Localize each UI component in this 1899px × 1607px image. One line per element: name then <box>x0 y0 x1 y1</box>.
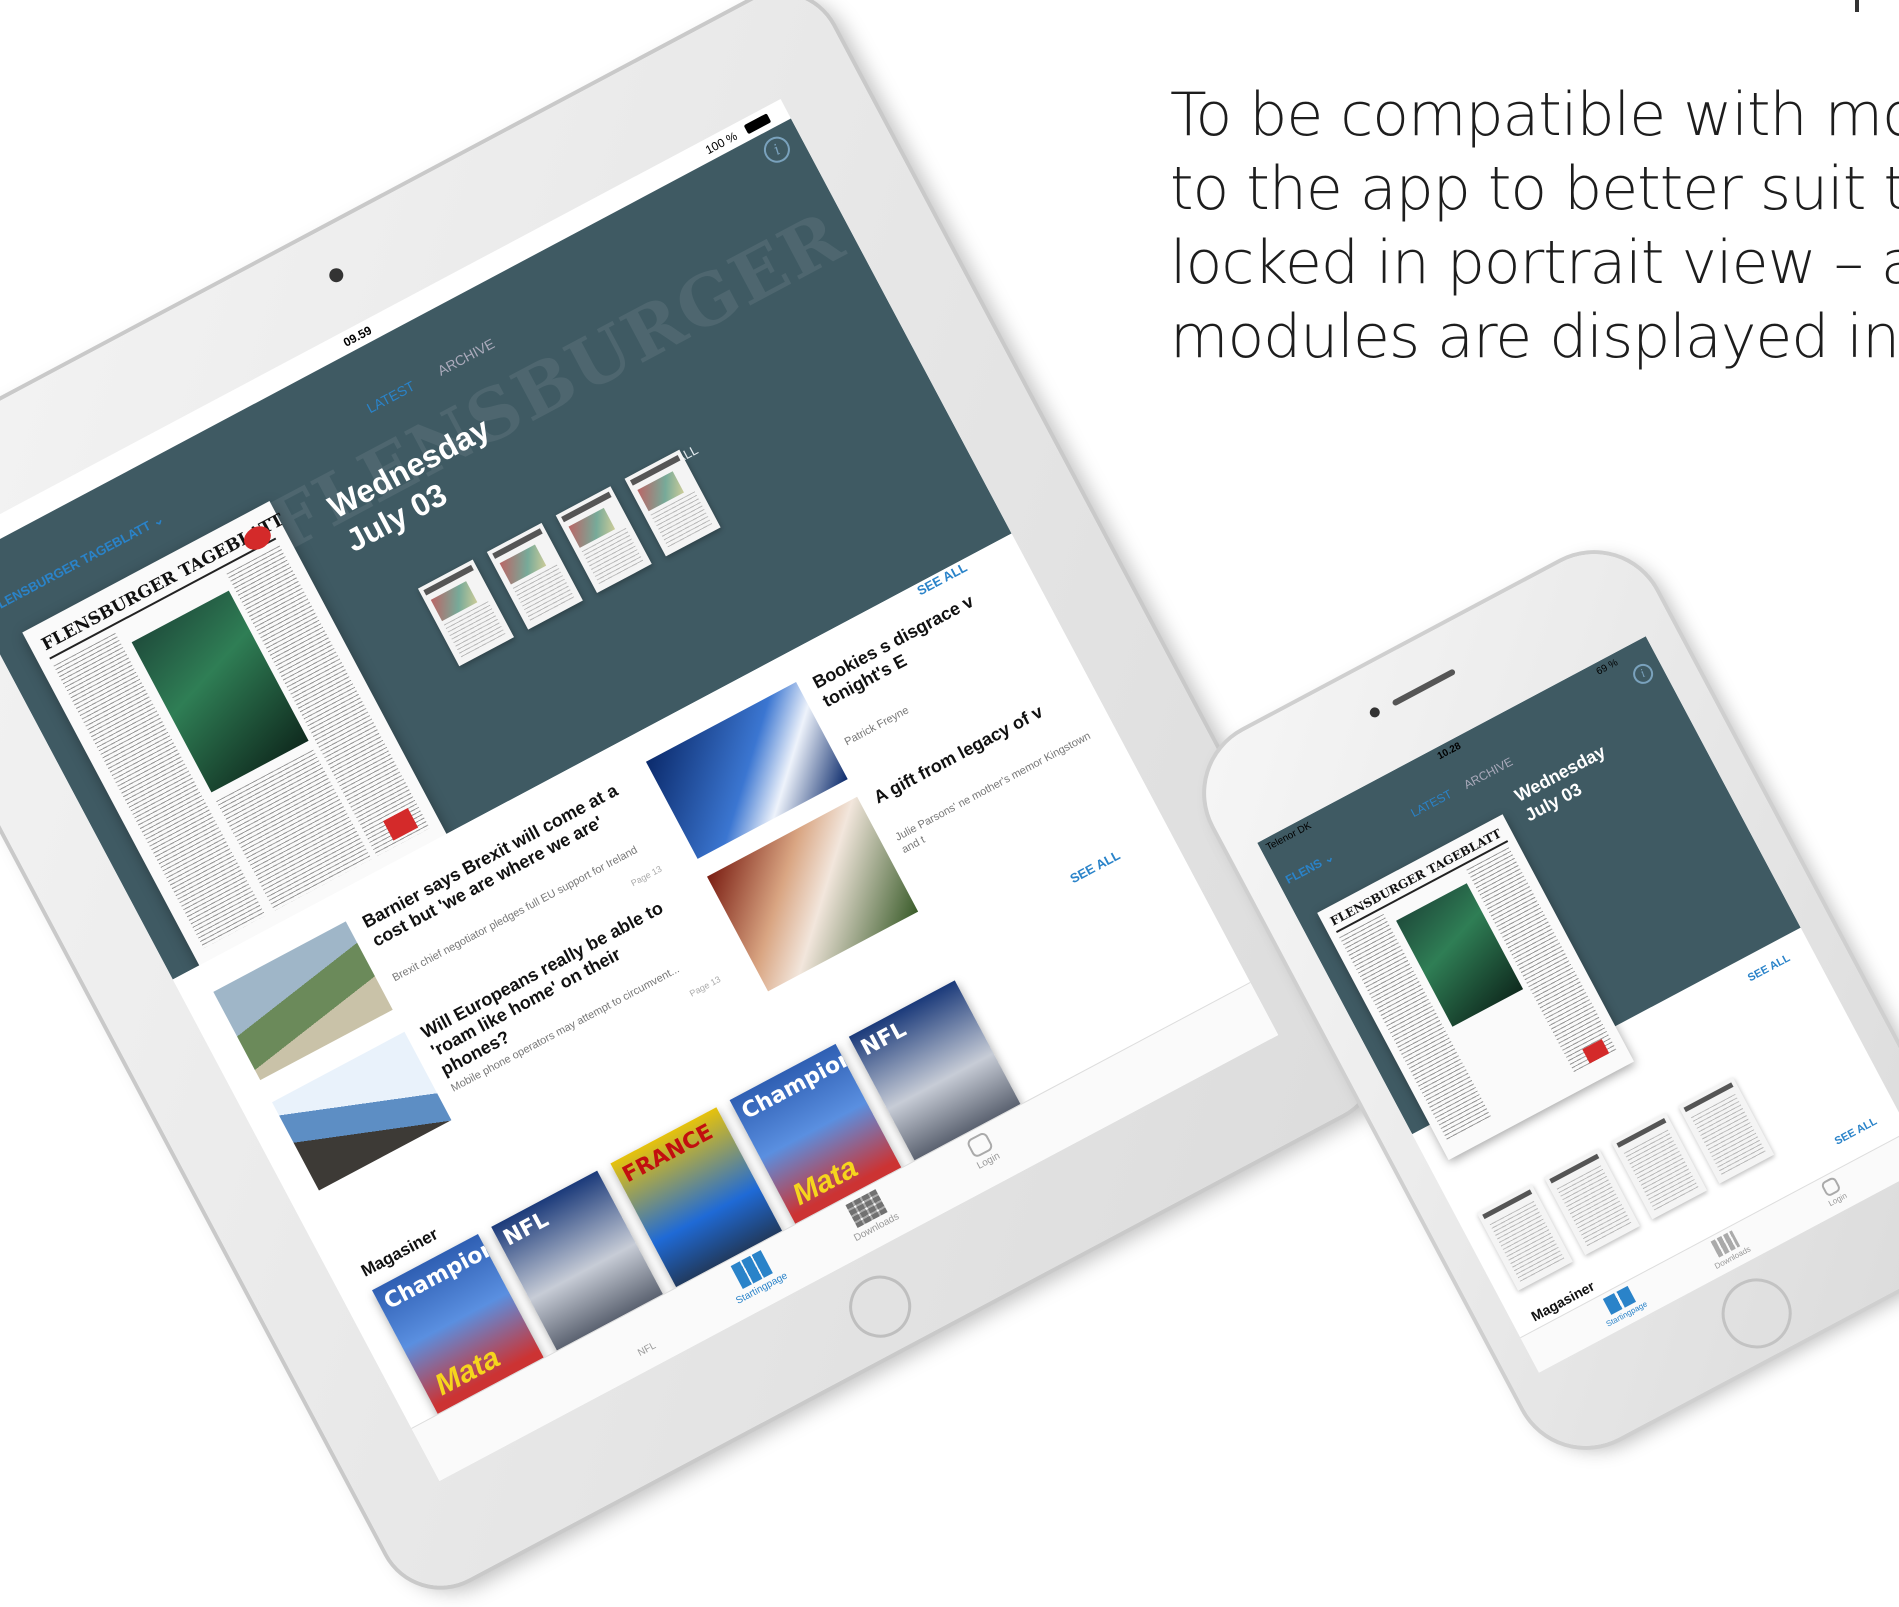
chevron-down-icon: ⌄ <box>149 511 167 530</box>
magazine-name: NFL <box>856 1016 911 1062</box>
edge-mark <box>1855 0 1859 12</box>
publication-name: FLENS <box>1283 855 1325 887</box>
magazine-name: Champions <box>737 1043 871 1125</box>
tab-latest[interactable]: LATEST <box>364 378 417 416</box>
battery-level: 69 % <box>1594 657 1620 678</box>
tab-latest[interactable]: LATEST <box>1408 787 1454 820</box>
tab-archive[interactable]: ARCHIVE <box>1461 754 1515 791</box>
caption-line: locked in portrait view – aga <box>1170 228 1899 298</box>
info-icon[interactable]: i <box>759 132 795 168</box>
caption-line: modules are displayed in fu <box>1170 302 1899 372</box>
see-all-issues-link[interactable]: SEE ALL <box>1746 952 1792 984</box>
issue-date: Wednesday July 03 <box>1511 740 1620 826</box>
publication-selector[interactable]: FLENS ⌄ <box>1283 850 1336 887</box>
see-all-magazines-link[interactable]: SEE ALL <box>1833 1115 1879 1147</box>
see-all-magazines-link[interactable]: SEE ALL <box>1067 847 1122 886</box>
info-icon[interactable]: i <box>1629 660 1657 688</box>
chevron-down-icon: ⌄ <box>1320 849 1337 867</box>
magazine-name: NFL <box>499 1207 553 1252</box>
description-caption: To be compatible with mob to the app to … <box>1170 78 1899 374</box>
article-page: Page 13 <box>687 974 723 999</box>
magazine-name: FRANCE <box>618 1119 718 1189</box>
caption-line: to the app to better suit th <box>1170 154 1899 224</box>
caption-line: To be compatible with mob <box>1170 80 1899 150</box>
article-page: Page 13 <box>629 863 664 889</box>
